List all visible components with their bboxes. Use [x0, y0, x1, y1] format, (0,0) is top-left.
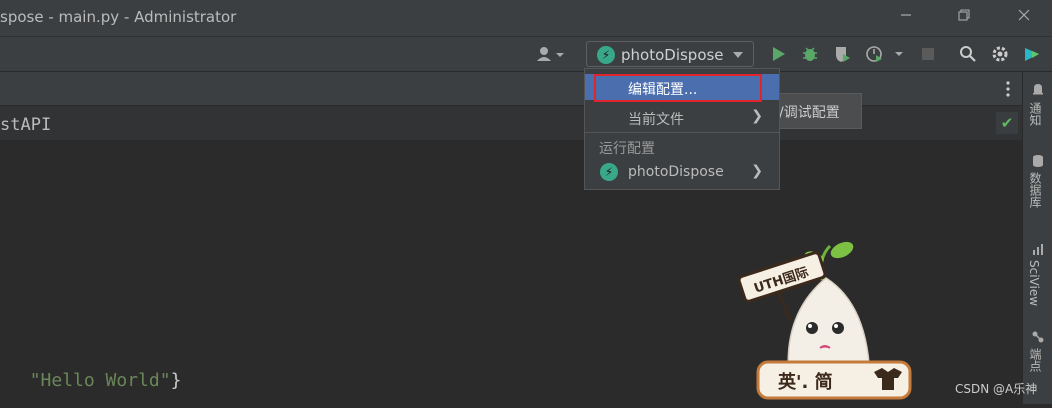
chevron-down-icon	[733, 52, 743, 58]
menu-separator	[585, 132, 779, 133]
search-icon	[960, 46, 976, 62]
mascot-image: UTH国际 英'. 简	[737, 241, 912, 400]
minimize-button[interactable]	[892, 6, 920, 28]
endpoints-icon	[1029, 330, 1047, 348]
code-string: "Hello World"	[29, 370, 171, 391]
check-icon: ✔	[1000, 114, 1014, 132]
code-brace: }	[170, 370, 182, 391]
code-line[interactable]: "Hello World"}	[8, 349, 182, 391]
sidebar-item-notifications[interactable]: 通知	[1027, 102, 1044, 126]
debug-button[interactable]	[800, 45, 820, 65]
menu-item-current-file[interactable]: 当前文件 ❯	[585, 104, 779, 130]
gear-icon	[992, 46, 1008, 62]
window-title: spose - main.py - Administrator	[0, 8, 237, 26]
settings-button[interactable]	[990, 45, 1010, 65]
user-icon	[537, 47, 564, 61]
minimize-icon	[901, 14, 911, 16]
sticker-mascot: UTH国际 英'. 简	[730, 236, 922, 404]
main-toolbar: ⚡ photoDispose	[0, 36, 1052, 72]
editor-header-text: stAPI	[0, 115, 52, 135]
stop-button[interactable]	[918, 45, 938, 65]
sidebar-item-endpoints[interactable]: 端点	[1027, 348, 1044, 372]
menu-item-photodispose[interactable]: ⚡ photoDispose ❯	[585, 159, 779, 185]
run-button[interactable]	[768, 45, 788, 65]
highlight-box	[594, 74, 762, 102]
restore-button[interactable]	[950, 6, 978, 28]
close-icon	[1018, 9, 1030, 21]
profile-icon	[866, 46, 903, 62]
database-icon	[1029, 154, 1047, 172]
menu-section-run-config: 运行配置	[599, 141, 655, 157]
inspection-status[interactable]: ✔	[996, 112, 1018, 134]
watermark: CSDN @A乐神	[955, 382, 1038, 396]
restore-icon	[958, 9, 970, 21]
editor-tab-bar	[0, 72, 1022, 106]
sidebar-item-database[interactable]: 数据库	[1027, 172, 1044, 208]
jetbrains-plugin-icon	[1025, 48, 1039, 61]
run-config-selector[interactable]: ⚡ photoDispose	[586, 41, 754, 67]
chevron-right-icon: ❯	[751, 163, 763, 179]
tooltip-text: /调试配置	[779, 105, 840, 121]
vertical-dots-icon	[1006, 81, 1010, 97]
stop-icon	[922, 48, 934, 60]
title-bar: spose - main.py - Administrator	[0, 0, 1052, 36]
chevron-right-icon: ❯	[751, 108, 763, 124]
run-icon	[773, 47, 785, 61]
close-button[interactable]	[1010, 6, 1038, 28]
plugin-button[interactable]	[1022, 45, 1042, 65]
search-button[interactable]	[958, 45, 978, 65]
sidebar-item-sciview[interactable]: SciView	[1027, 260, 1041, 306]
bell-icon	[1029, 82, 1047, 100]
right-tool-sidebar: 通知 数据库 SciView 端点	[1022, 72, 1052, 404]
shield-run-icon	[836, 47, 850, 62]
python-config-icon: ⚡	[597, 46, 615, 64]
sciview-icon	[1029, 242, 1047, 260]
python-config-icon: ⚡	[600, 163, 618, 181]
account-button[interactable]	[534, 45, 566, 65]
svg-text:英'. 简: 英'. 简	[777, 371, 833, 393]
menu-item-label: photoDispose	[628, 164, 724, 180]
profile-button[interactable]	[864, 45, 906, 65]
bug-icon	[803, 47, 817, 61]
editor-header: stAPI	[0, 106, 1022, 140]
run-config-label: photoDispose	[621, 46, 724, 64]
menu-item-label: 当前文件	[628, 112, 684, 128]
more-options-button[interactable]	[1002, 80, 1014, 98]
coverage-button[interactable]	[832, 45, 852, 65]
